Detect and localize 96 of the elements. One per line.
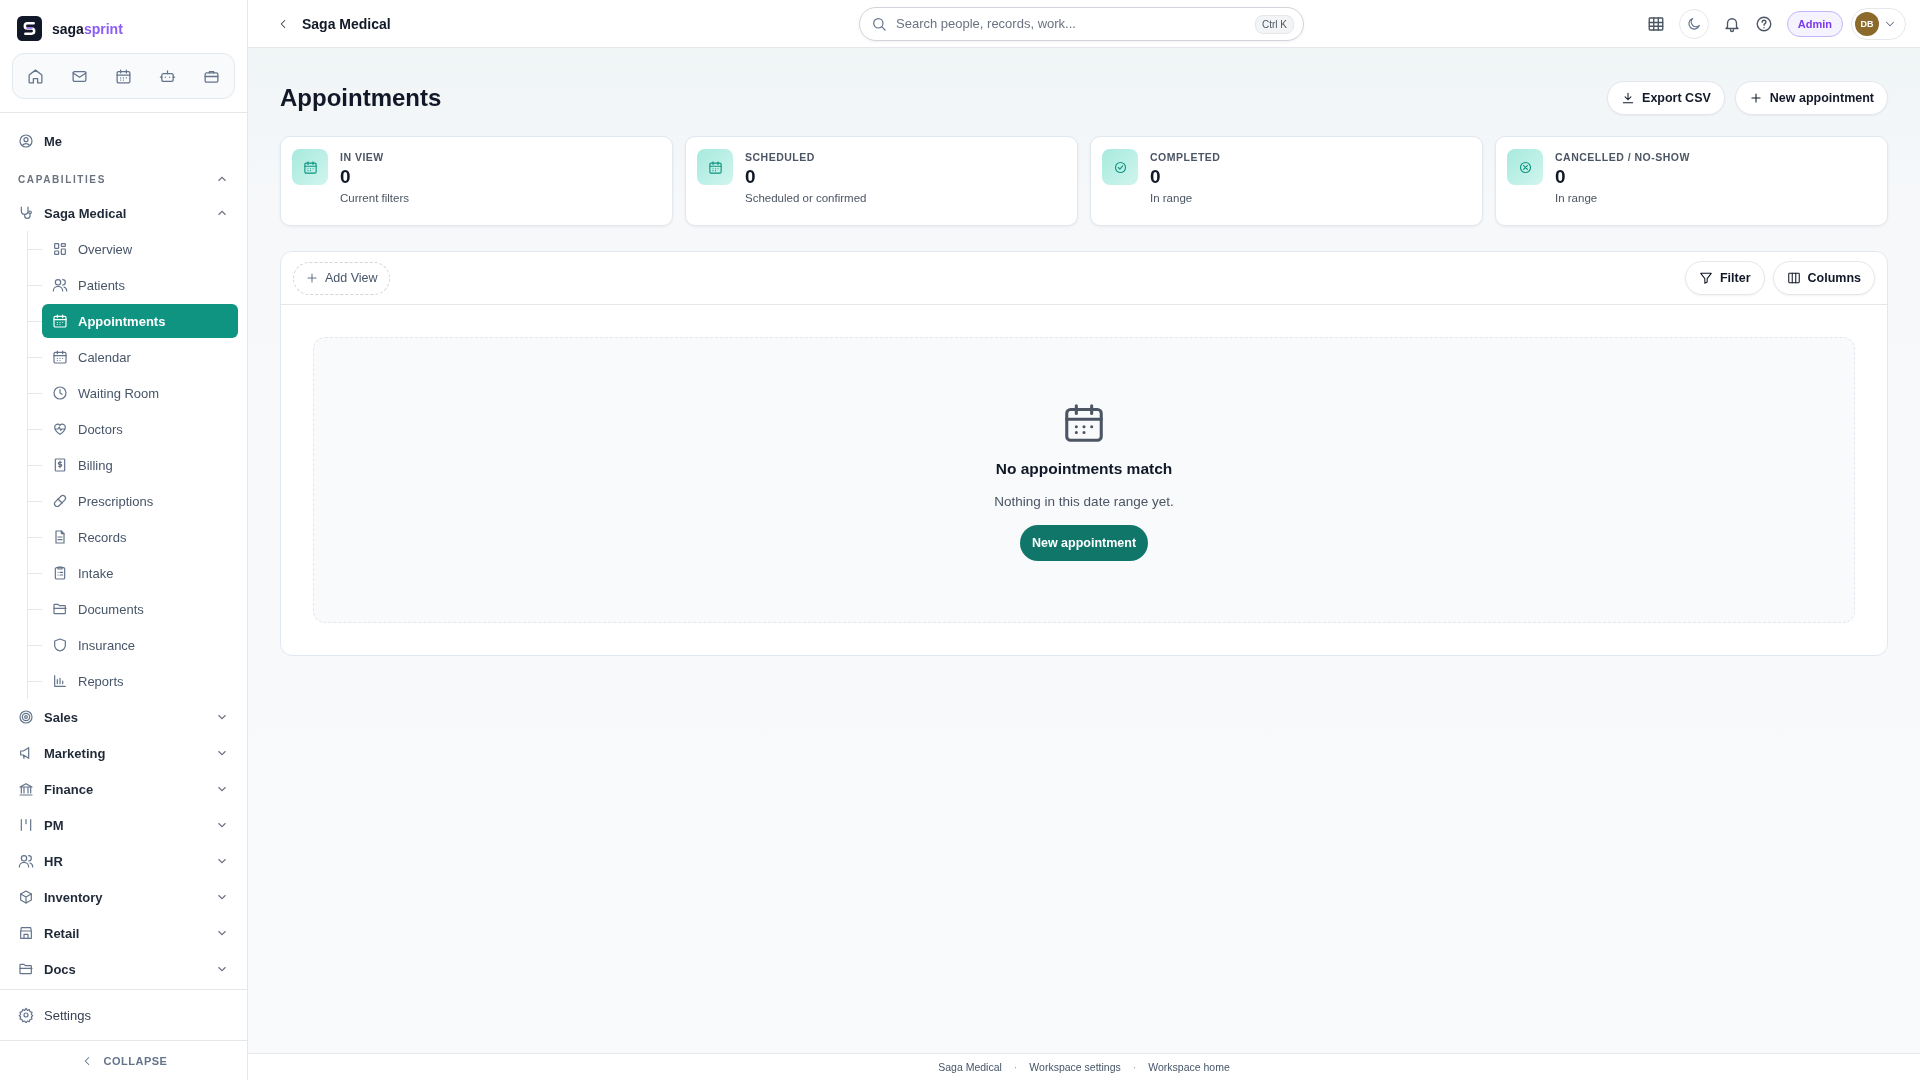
people-icon: [18, 853, 34, 869]
stat-caption: In range: [1150, 192, 1194, 204]
nav-group[interactable]: Finance: [44, 781, 205, 797]
help-icon[interactable]: [1754, 14, 1773, 33]
sidebar-item[interactable]: Calendar: [42, 340, 238, 374]
plus-icon: [1748, 91, 1763, 105]
check-circle-icon: [1112, 159, 1128, 175]
stat-value: 0: [745, 166, 757, 188]
pill-icon: [52, 493, 68, 509]
plus-icon: [305, 271, 319, 285]
separator-dot: ·: [1132, 1061, 1137, 1073]
toolbar-button[interactable]: Columns: [1772, 261, 1875, 295]
calendar-icon: [52, 313, 68, 329]
nav-group[interactable]: Sales: [44, 709, 205, 725]
heart-pulse-icon: [52, 421, 68, 437]
clipboard-icon: [52, 565, 68, 581]
shield-icon: [52, 637, 68, 653]
sidebar-item[interactable]: Insurance: [42, 628, 238, 662]
calendar-icon: [302, 159, 318, 175]
sidebar-item[interactable]: Documents: [42, 592, 238, 626]
workspace-title: Saga Medical: [302, 15, 391, 32]
columns-icon: [1786, 271, 1801, 285]
stat-label: COMPLETED: [1150, 151, 1221, 163]
filter-icon: [1698, 271, 1713, 285]
theme-button[interactable]: [1678, 8, 1709, 39]
toolbar-button[interactable]: Filter: [1684, 261, 1765, 295]
calendar-icon: [52, 349, 68, 365]
stat-label: IN VIEW: [340, 151, 385, 163]
stat-value: 0: [1555, 166, 1567, 188]
nav-group[interactable]: Marketing: [44, 745, 205, 761]
sidebar-item[interactable]: Records: [42, 520, 238, 554]
calendar-icon[interactable]: [114, 67, 132, 85]
bar-chart-icon: [52, 673, 68, 689]
home-icon[interactable]: [26, 67, 44, 85]
calendar-icon: [707, 159, 723, 175]
sidebar-item[interactable]: Prescriptions: [42, 484, 238, 518]
grid-icon[interactable]: [1646, 14, 1665, 33]
receipt-icon: [52, 457, 68, 473]
sidebar-item[interactable]: Waiting Room: [42, 376, 238, 410]
bank-icon: [18, 781, 34, 797]
settings-icon: [18, 1007, 34, 1023]
section-label: CAPABILITIES: [18, 173, 106, 185]
sidebar-item[interactable]: Billing: [42, 448, 238, 482]
sidebar-item[interactable]: Appointments: [42, 304, 238, 338]
sidebar-item[interactable]: Reports: [42, 664, 238, 698]
grid-icon: [52, 241, 68, 257]
folder-icon: [52, 601, 68, 617]
x-circle-icon: [1517, 159, 1533, 175]
add-view-button[interactable]: Add View: [293, 261, 390, 295]
target-icon: [18, 709, 34, 725]
people-icon: [52, 277, 68, 293]
nav-group[interactable]: Docs: [44, 961, 205, 977]
sidebar-item[interactable]: Patients: [42, 268, 238, 302]
footer-link[interactable]: Saga Medical: [938, 1061, 1002, 1073]
me-link[interactable]: Me: [44, 133, 63, 149]
stat-caption: In range: [1555, 192, 1599, 204]
logo-icon: [17, 16, 42, 41]
sidebar-item[interactable]: Doctors: [42, 412, 238, 446]
search-icon: [871, 15, 887, 32]
nav-group[interactable]: PM: [44, 817, 205, 833]
page-title: Appointments: [280, 84, 442, 112]
new-appointment-button[interactable]: New appointment: [1019, 524, 1149, 561]
clock-icon: [52, 385, 68, 401]
columns-icon: [18, 817, 34, 833]
footer-link[interactable]: Workspace settings: [1029, 1061, 1121, 1073]
document-icon: [52, 529, 68, 545]
empty-title: No appointments match: [995, 459, 1173, 478]
account-menu[interactable]: DB: [1851, 7, 1906, 40]
action-button[interactable]: Export CSV: [1607, 81, 1725, 115]
user-icon: [18, 133, 34, 149]
box-icon: [18, 889, 34, 905]
stat-caption: Scheduled or confirmed: [745, 192, 867, 204]
stat-value: 0: [1150, 166, 1162, 188]
stethoscope-icon: [18, 205, 34, 221]
robot-icon[interactable]: [159, 67, 177, 85]
download-icon: [1621, 91, 1636, 105]
stat-label: SCHEDULED: [745, 151, 816, 163]
stat-label: CANCELLED / NO-SHOW: [1555, 151, 1690, 163]
stat-caption: Current filters: [340, 192, 410, 204]
brand-name: sagasprint: [52, 20, 123, 37]
nav-group[interactable]: Inventory: [44, 889, 205, 905]
moon-icon: [1685, 15, 1702, 32]
nav-group[interactable]: HR: [44, 853, 205, 869]
nav-group[interactable]: Saga Medical: [44, 205, 205, 221]
role-badge: Admin: [1786, 10, 1843, 37]
sidebar-item[interactable]: Overview: [42, 232, 238, 266]
separator-dot: ·: [1013, 1061, 1018, 1073]
nav-group[interactable]: Retail: [44, 925, 205, 941]
empty-message: Nothing in this date range yet.: [994, 493, 1174, 509]
sidebar-item[interactable]: Intake: [42, 556, 238, 590]
store-icon: [18, 925, 34, 941]
stat-value: 0: [340, 166, 352, 188]
footer-link[interactable]: Workspace home: [1148, 1061, 1230, 1073]
action-button[interactable]: New appointment: [1734, 81, 1888, 115]
folder-icon: [18, 961, 34, 977]
settings-link[interactable]: Settings: [44, 1007, 91, 1023]
